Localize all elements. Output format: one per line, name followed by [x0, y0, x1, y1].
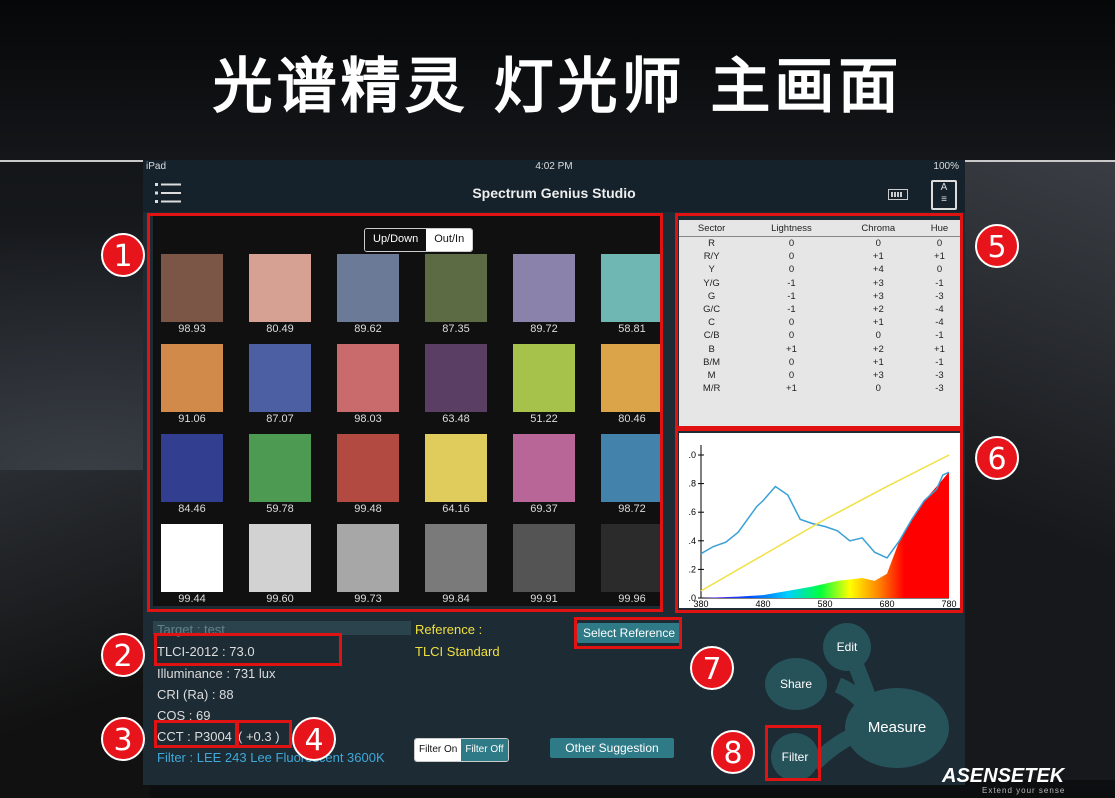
battery-percent: 100%: [933, 161, 959, 172]
slide-title: 光谱精灵 灯光师 主画面: [212, 52, 903, 122]
report-icon[interactable]: A ≡: [931, 180, 957, 210]
filter-on-button[interactable]: Filter On: [415, 739, 462, 761]
other-suggestion-button[interactable]: Other Suggestion: [550, 738, 674, 758]
measure-button[interactable]: Measure: [845, 688, 949, 768]
highlight-box-select-reference: [574, 617, 682, 649]
illuminance-value: Illuminance : 731 lux: [157, 666, 276, 681]
highlight-box-table: [675, 213, 963, 429]
filter-off-button[interactable]: Filter Off: [461, 739, 508, 761]
badge-8: 8: [711, 730, 755, 774]
filter-toggle[interactable]: Filter On Filter Off: [414, 738, 509, 762]
highlight-box-swatches: [147, 213, 663, 612]
highlight-box-cct: [154, 720, 238, 748]
battery-icon: [888, 189, 908, 200]
highlight-box-cct-delta: [236, 720, 292, 748]
highlight-box-chart: [675, 428, 963, 613]
status-time: 4:02 PM: [535, 161, 573, 172]
reference-value: TLCI Standard: [415, 644, 500, 659]
brand-logo: ASENSETEK: [942, 765, 1065, 787]
badge-3: 3: [101, 717, 145, 761]
brand-tagline: Extend your sense: [982, 786, 1066, 795]
badge-5: 5: [975, 224, 1019, 268]
status-bar: iPad 4:02 PM 100%: [143, 160, 965, 174]
badge-2: 2: [101, 633, 145, 677]
badge-6: 6: [975, 436, 1019, 480]
reference-label: Reference :: [415, 622, 483, 637]
highlight-box-filter: [765, 725, 821, 781]
filter-info: Filter : LEE 243 Lee Fluorescent 3600K: [157, 750, 385, 765]
app-title: Spectrum Genius Studio: [472, 185, 636, 201]
badge-7: 7: [690, 646, 734, 690]
badge-4: 4: [292, 717, 336, 761]
highlight-box-tlci: [154, 633, 342, 666]
badge-1: 1: [101, 233, 145, 277]
share-button[interactable]: Share: [765, 658, 827, 710]
nav-bar: Spectrum Genius Studio A ≡: [143, 174, 965, 212]
edit-button[interactable]: Edit: [823, 623, 871, 671]
cri-value: CRI (Ra) : 88: [157, 687, 234, 702]
